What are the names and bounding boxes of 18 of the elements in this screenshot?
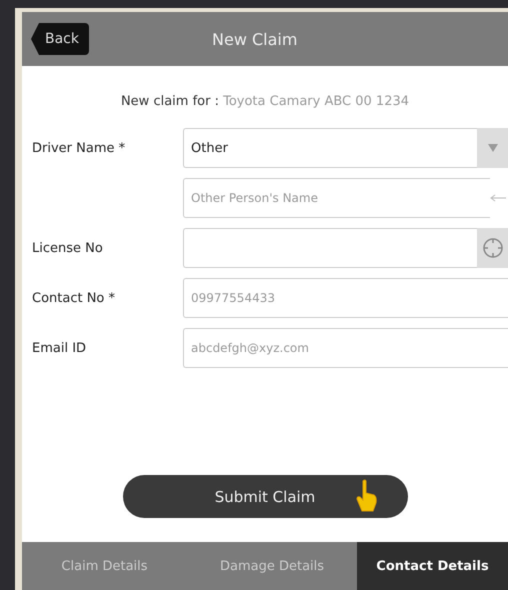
dropdown-button[interactable] [477,128,508,168]
input-field[interactable]: 09977554433 [183,278,508,318]
field-label: Email ID [31,340,88,356]
hand-cursor-icon [356,479,378,513]
tab[interactable]: Contact Details [357,542,508,590]
caret-icon [488,144,498,152]
input-field[interactable] [183,228,508,268]
screen-title: New Claim [212,30,298,48]
claim-subtitle: New claim for : Toyota Camary ABC 00 1234 [120,93,410,111]
field-label: Contact No * [31,290,116,306]
crosshair-icon [482,237,504,259]
field-label: Driver Name * [31,140,126,156]
field-label: License No [31,240,104,256]
submit-button[interactable]: Submit Claim [122,475,408,518]
back-button[interactable]: Back [31,23,89,55]
input-field[interactable]: abcdefgh@xyz.com [183,328,508,368]
arrow-left-icon [490,194,506,202]
scan-button[interactable] [477,228,508,268]
